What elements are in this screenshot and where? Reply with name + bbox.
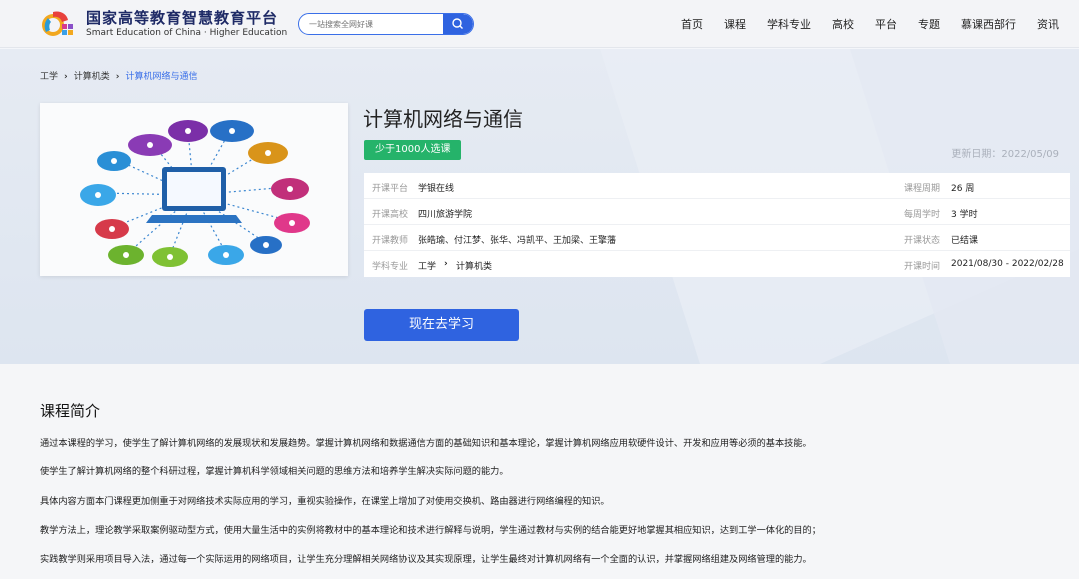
breadcrumb-separator-icon: › <box>115 72 120 82</box>
brand-name-cn: 国家高等教育智慧教育平台 <box>86 9 279 27</box>
platform-logo-icon[interactable] <box>40 8 76 40</box>
info-value-school[interactable]: 四川旅游学院 <box>418 207 472 220</box>
info-label-time: 开课时间 <box>904 262 941 272</box>
info-row-teachers: 开课教师 张皓瑜、付江梦、张华、冯凯平、王加梁、王擎藩 开课状态 已结课 <box>364 225 1070 251</box>
info-label-hours: 每周学时 <box>904 210 941 220</box>
course-info-table: 开课平台 学银在线 课程周期 26 周 开课高校 四川旅游学院 每周学时 3 学… <box>364 173 1070 277</box>
course-cover-image <box>40 103 348 276</box>
brand-title[interactable]: 国家高等教育智慧教育平台 Smart Education of China · … <box>86 9 287 39</box>
nav-home[interactable]: 首页 <box>681 16 703 32</box>
info-label-teachers: 开课教师 <box>372 236 409 246</box>
intro-paragraph: 具体内容方面本门课程更加侧重于对网络技术实际应用的学习，重视实验操作，在课堂上增… <box>40 496 610 507</box>
course-introduction: 课程简介 通过本课程的学习，使学生了解计算机网络的发展现状和发展趋势。掌握计算机… <box>0 364 1079 579</box>
info-row-school: 开课高校 四川旅游学院 每周学时 3 学时 <box>364 199 1070 225</box>
subject-separator-icon: › <box>444 259 448 269</box>
start-learning-button[interactable]: 现在去学习 <box>364 309 519 341</box>
info-value-status: 已结课 <box>951 236 979 246</box>
info-label-status: 开课状态 <box>904 236 941 246</box>
nav-news[interactable]: 资讯 <box>1037 16 1059 32</box>
nav-mooc-west[interactable]: 慕课西部行 <box>961 16 1016 32</box>
search-button[interactable] <box>443 14 473 34</box>
enrollment-badge: 少于1000人选课 <box>364 140 462 160</box>
breadcrumb-item-engineering[interactable]: 工学 <box>40 72 58 82</box>
nav-topics[interactable]: 专题 <box>918 16 940 32</box>
intro-paragraph: 实践教学则采用项目导入法，通过每一个实际运用的网络项目，让学生充分理解相关网络协… <box>40 554 812 565</box>
intro-heading: 课程简介 <box>40 402 101 420</box>
breadcrumb-item-computer[interactable]: 计算机类 <box>74 72 110 82</box>
nav-courses[interactable]: 课程 <box>724 16 746 32</box>
course-title: 计算机网络与通信 <box>363 107 523 131</box>
breadcrumb: 工学 › 计算机类 › 计算机网络与通信 <box>40 69 197 82</box>
info-value-hours: 3 学时 <box>951 210 978 220</box>
network-illustration-icon <box>80 120 310 267</box>
nav-universities[interactable]: 高校 <box>832 16 854 32</box>
info-label-period: 课程周期 <box>904 184 941 194</box>
top-header: 国家高等教育智慧教育平台 Smart Education of China · … <box>0 0 1079 48</box>
intro-paragraph: 通过本课程的学习，使学生了解计算机网络的发展现状和发展趋势。掌握计算机网络和数据… <box>40 438 812 449</box>
intro-paragraph: 教学方法上，理论教学采取案例驱动型方式，使用大量生活中的实例将教材中的基本理论和… <box>40 525 821 536</box>
search-icon <box>452 18 463 29</box>
update-date: 更新日期：2022/05/09 <box>951 149 1059 160</box>
info-value-period: 26 周 <box>951 184 975 194</box>
info-value-subject-1[interactable]: 工学 <box>418 259 436 272</box>
breadcrumb-item-current: 计算机网络与通信 <box>125 72 198 82</box>
info-row-subject: 学科专业 工学 › 计算机类 开课时间 2021/08/30 - 2022/02… <box>364 251 1070 277</box>
breadcrumb-separator-icon: › <box>64 72 68 82</box>
info-row-platform: 开课平台 学银在线 课程周期 26 周 <box>364 173 1070 199</box>
search-input[interactable] <box>309 14 439 34</box>
nav-subjects[interactable]: 学科专业 <box>767 16 811 32</box>
info-label-school: 开课高校 <box>372 210 409 220</box>
course-hero: 工学 › 计算机类 › 计算机网络与通信 计算机网络与通信 少于1000人选课 … <box>0 49 1079 364</box>
info-value-subject-2[interactable]: 计算机类 <box>456 259 492 272</box>
info-value-platform[interactable]: 学银在线 <box>418 181 454 194</box>
main-nav: 首页 课程 学科专业 高校 平台 专题 慕课西部行 资讯 <box>660 16 1059 32</box>
brand-name-en: Smart Education of China · Higher Educat… <box>86 28 288 38</box>
info-label-platform: 开课平台 <box>372 184 409 194</box>
intro-paragraph: 使学生了解计算机网络的整个科研过程，掌握计算机科学领域相关问题的思维方法和培养学… <box>40 466 509 477</box>
info-value-teachers: 张皓瑜、付江梦、张华、冯凯平、王加梁、王擎藩 <box>418 236 617 246</box>
nav-platforms[interactable]: 平台 <box>875 16 897 32</box>
search-box <box>298 13 474 35</box>
info-label-subject: 学科专业 <box>372 262 409 272</box>
info-value-time: 2021/08/30 - 2022/02/28 <box>951 259 1064 269</box>
